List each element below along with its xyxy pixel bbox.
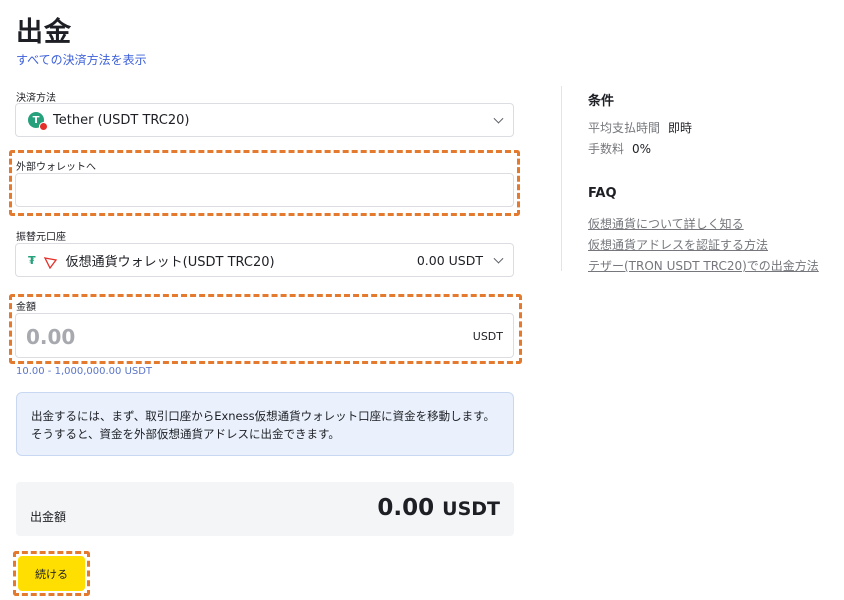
payment-method-value: Tether (USDT TRC20): [53, 112, 190, 128]
payment-method-label: 決済方法: [16, 93, 56, 104]
amount-label: 金額: [16, 302, 36, 313]
tether-icon: T: [28, 112, 48, 131]
faq-link-crypto[interactable]: 仮想通貨について詳しく知る: [588, 215, 744, 232]
chevron-down-icon: [493, 113, 504, 124]
tron-badge-icon: [39, 122, 48, 131]
faq-link-tether-withdrawal[interactable]: テザー(TRON USDT TRC20)での出金方法: [588, 257, 819, 274]
payment-method-select[interactable]: T Tether (USDT TRC20): [15, 103, 514, 137]
amount-range: 10.00 - 1,000,000.00 USDT: [16, 366, 153, 377]
amount-input[interactable]: 0.00: [26, 325, 75, 349]
faq-link-verify-address[interactable]: 仮想通貨アドレスを認証する方法: [588, 236, 768, 253]
conditions-title: 条件: [588, 94, 615, 109]
continue-button[interactable]: 続ける: [18, 556, 85, 591]
source-account-select[interactable]: ₮ 仮想通貨ウォレット(USDT TRC20) 0.00 USDT: [15, 243, 514, 277]
external-wallet-input[interactable]: [15, 173, 514, 207]
summary-label: 出金額: [30, 510, 67, 524]
source-account-value: 仮想通貨ウォレット(USDT TRC20): [65, 254, 275, 270]
info-notice: 出金するには、まず、取引口座からExness仮想通貨ウォレット口座に資金を移動し…: [16, 392, 514, 456]
chevron-down-icon: [493, 253, 504, 264]
external-wallet-label: 外部ウォレットへ: [16, 162, 96, 173]
condition-payout-time: 平均支払時間 即時: [588, 121, 693, 135]
condition-fee: 手数料 0%: [588, 142, 652, 156]
amount-input-box[interactable]: 0.00 USDT: [15, 313, 514, 358]
source-account-label: 振替元口座: [16, 232, 66, 243]
amount-currency: USDT: [472, 330, 503, 343]
faq-title: FAQ: [588, 186, 617, 201]
summary-value: 0.00 USDT: [377, 495, 500, 521]
vertical-divider: [561, 86, 562, 271]
withdrawal-summary: 出金額 0.00 USDT: [16, 482, 514, 536]
source-account-balance: 0.00 USDT: [416, 252, 483, 268]
tron-icon: [43, 254, 57, 270]
tether-icon: ₮: [28, 253, 36, 267]
all-payment-methods-link[interactable]: すべての決済方法を表示: [16, 51, 147, 68]
page-title: 出金: [16, 17, 72, 48]
